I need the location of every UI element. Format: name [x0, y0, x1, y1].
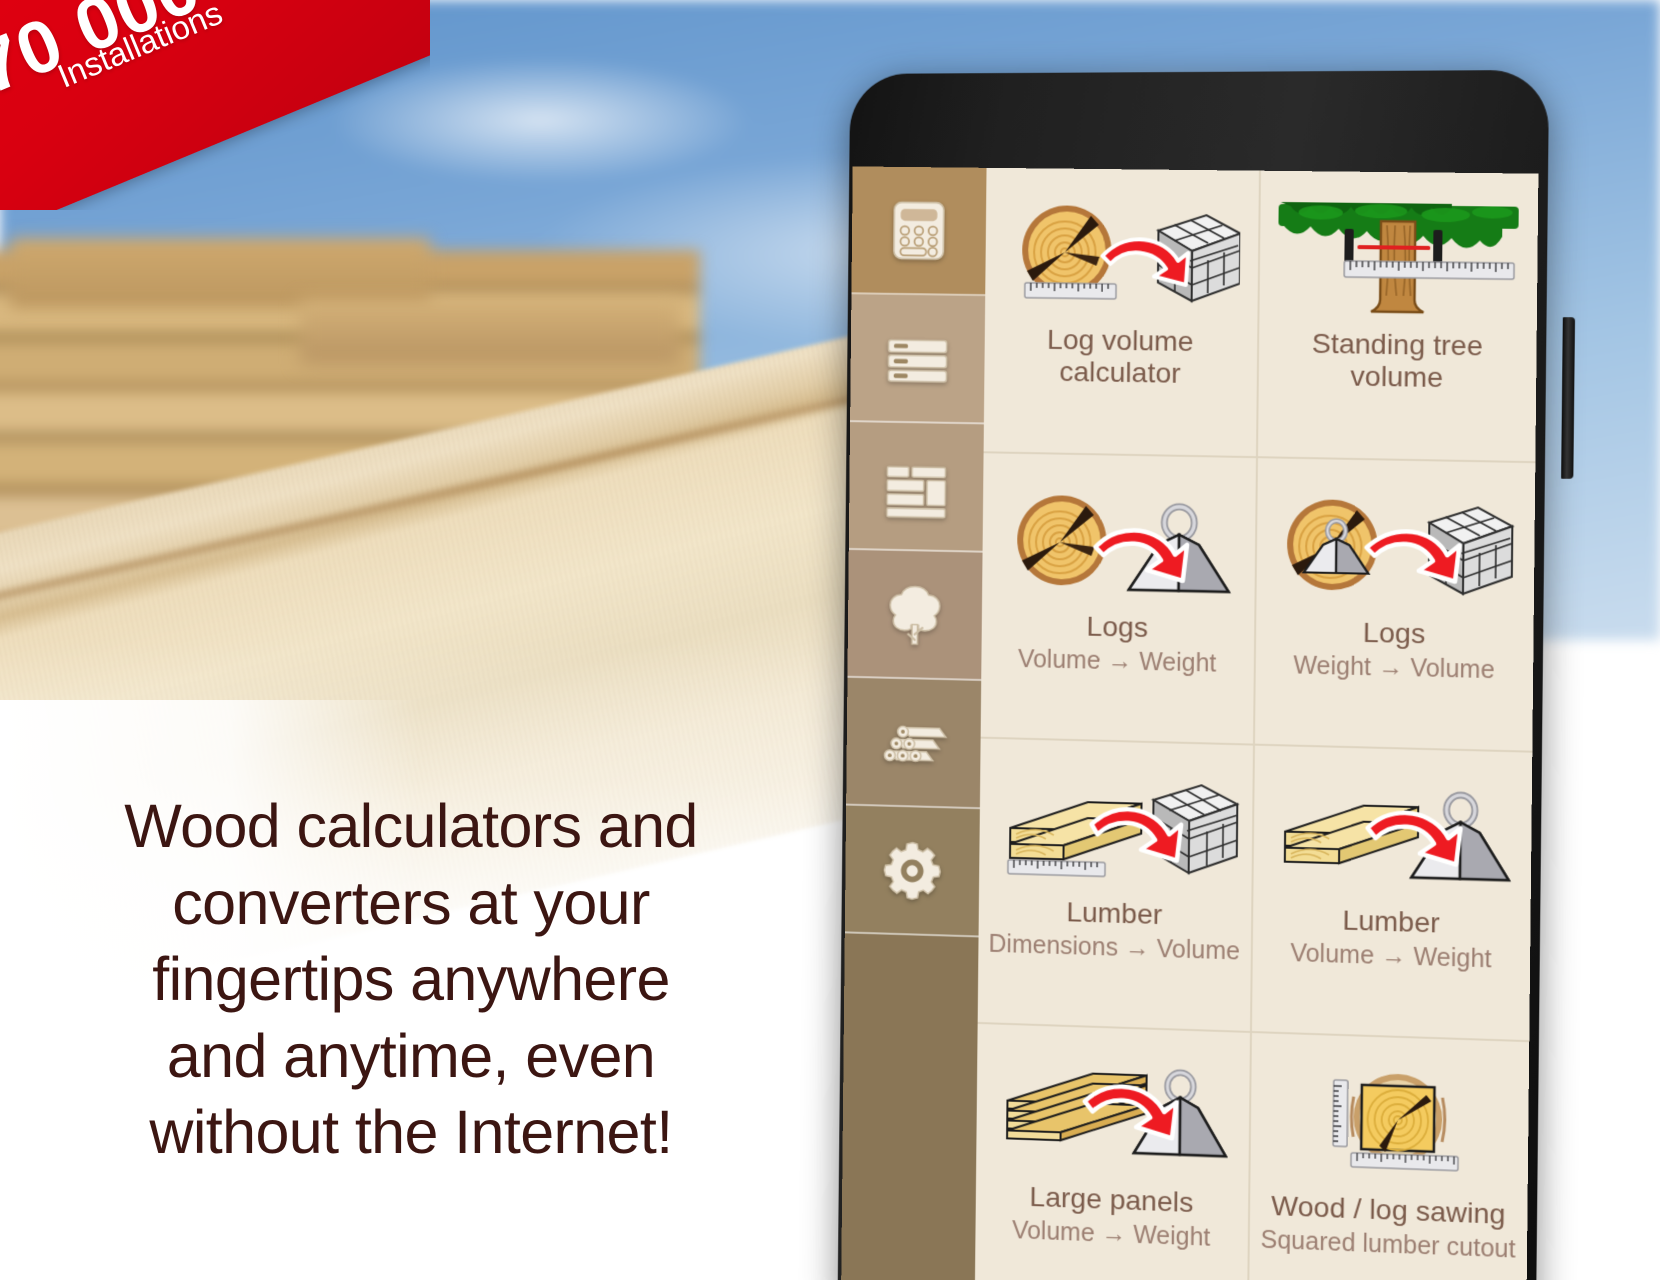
cell-title: Wood / log sawing	[1271, 1189, 1506, 1231]
log-stack-icon	[878, 707, 950, 778]
cell-title: Lumber	[1342, 904, 1441, 940]
phone-screen: Log volume calculator Standing tree volu…	[840, 166, 1539, 1280]
cell-subtitle: Dimensions → Volume	[988, 930, 1241, 966]
app-sidebar	[840, 166, 987, 1280]
grid-cell-lumber-volume-to-weight[interactable]: Lumber Volume → Weight	[1251, 745, 1533, 1043]
cell-title: Logs	[1362, 616, 1426, 651]
boards-to-cube-icon	[992, 761, 1240, 896]
cell-title: Log volume calculator	[1046, 323, 1194, 391]
gear-icon	[877, 835, 949, 907]
phone-device: Log volume calculator Standing tree volu…	[818, 58, 1576, 1280]
volume-button[interactable]	[1561, 317, 1576, 479]
list-icon	[882, 323, 954, 394]
log-to-weight-icon	[1004, 476, 1234, 608]
promo-screenshot: 70 000 Installations Wood calculators an…	[0, 0, 1660, 1280]
cell-subtitle: Volume → Weight	[1017, 645, 1217, 678]
grid-cell-logs-weight-to-volume[interactable]: Logs Weight → Volume	[1254, 458, 1536, 753]
grid-cell-log-volume-calculator[interactable]: Log volume calculator	[983, 167, 1261, 459]
log-sawing-icon	[1293, 1056, 1486, 1191]
grid-cell-logs-volume-to-weight[interactable]: Logs Volume → Weight	[980, 453, 1258, 746]
sidebar-item-tables[interactable]	[848, 422, 984, 553]
sidebar-item-reference-list[interactable]	[850, 294, 986, 425]
weight-to-cube-icon	[1276, 481, 1515, 614]
grid-cell-wood-log-sawing[interactable]: Wood / log sawing Squared lumber cutout	[1248, 1032, 1530, 1280]
standing-tree-icon	[1272, 193, 1526, 325]
boards-to-weight-icon	[1271, 768, 1514, 903]
cell-subtitle: Volume → Weight	[1011, 1216, 1211, 1252]
sidebar-item-calculators[interactable]	[851, 166, 987, 297]
promo-headline: Wood calculators and converters at your …	[124, 792, 698, 1167]
sidebar-filler	[840, 933, 979, 1280]
cell-title: Large panels	[1029, 1181, 1194, 1220]
cell-subtitle: Volume → Weight	[1290, 939, 1492, 974]
cell-title: Logs	[1086, 610, 1149, 645]
calculator-grid: Log volume calculator Standing tree volu…	[974, 167, 1539, 1280]
cell-subtitle: Weight → Volume	[1293, 651, 1495, 685]
cell-title: Standing tree volume	[1311, 327, 1483, 395]
grid-cell-standing-tree-volume[interactable]: Standing tree volume	[1257, 170, 1539, 464]
sidebar-item-log-stacks[interactable]	[846, 677, 982, 810]
log-to-cube-icon	[1003, 190, 1241, 321]
sidebar-item-species[interactable]	[847, 549, 983, 681]
sidebar-item-settings[interactable]	[844, 805, 980, 938]
tree-icon	[879, 579, 951, 650]
lumber-block-b	[300, 300, 680, 364]
lumber-block-a	[10, 238, 430, 308]
cell-title: Lumber	[1066, 896, 1163, 932]
table-layout-icon	[880, 451, 952, 522]
grid-cell-lumber-dimensions-to-volume[interactable]: Lumber Dimensions → Volume	[977, 738, 1255, 1033]
grid-cell-large-panels-volume-to-weight[interactable]: Large panels Volume → Weight	[974, 1023, 1252, 1280]
panels-to-weight-icon	[993, 1046, 1233, 1182]
calculator-icon	[883, 195, 955, 265]
cell-subtitle: Squared lumber cutout	[1260, 1225, 1516, 1264]
